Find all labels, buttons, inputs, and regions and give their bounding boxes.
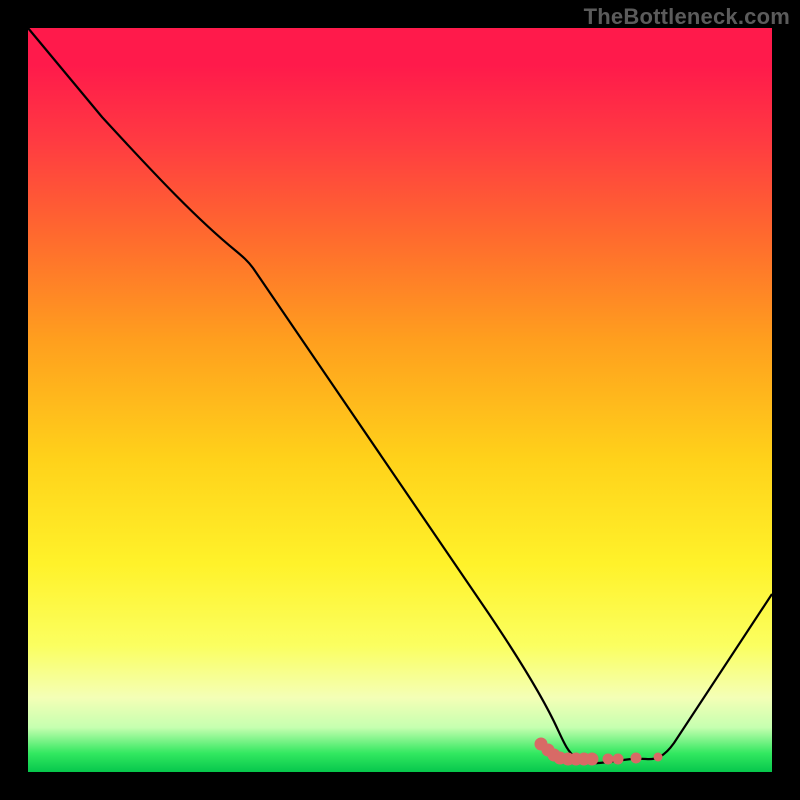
selected-range-markers	[535, 738, 662, 765]
chart-svg	[28, 28, 772, 772]
watermark-text: TheBottleneck.com	[584, 4, 790, 30]
chart-frame: TheBottleneck.com	[0, 0, 800, 800]
bottleneck-curve-path	[28, 28, 772, 763]
plot-area	[28, 28, 772, 772]
